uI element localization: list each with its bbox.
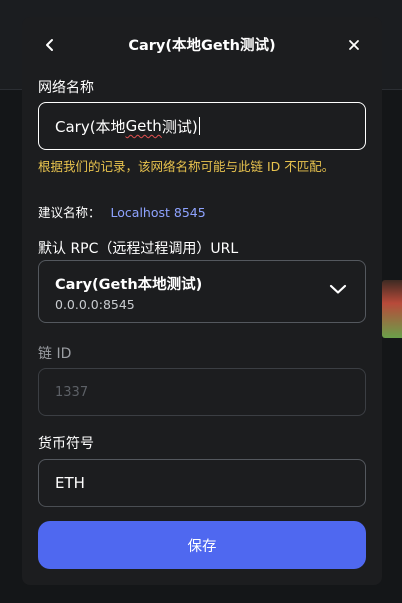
arrow-left-icon [46,39,53,51]
chevron-down-icon [329,284,347,294]
suggested-name-link[interactable]: Localhost 8545 [111,205,206,220]
network-name-value-suffix: 测试) [161,117,198,136]
network-name-warning: 根据我们的记录，该网络名称可能与此链 ID 不匹配。 [38,159,335,174]
save-button[interactable]: 保存 [38,521,366,569]
background-image [382,280,402,338]
network-name-label: 网络名称 [38,80,94,96]
network-name-value-misspelled: Geth [125,117,162,135]
currency-symbol-label: 货币符号 [38,436,94,452]
network-name-input[interactable]: Cary(本地 Geth 测试) [38,102,366,150]
suggested-name-label: 建议名称： [38,205,101,220]
chain-id-label: 链 ID [38,346,72,362]
modal-title: Cary(本地Geth测试) [128,38,276,54]
rpc-url-label: 默认 RPC（远程过程调用）URL [38,241,239,257]
back-button[interactable] [38,33,62,57]
suggested-name-row: 建议名称： Localhost 8545 [38,202,206,221]
network-name-value-prefix: Cary(本地 [55,117,126,136]
chain-id-input[interactable]: 1337 [38,368,366,416]
rpc-selected-url: 0.0.0.0:8545 [55,297,135,312]
rpc-url-dropdown[interactable]: Cary(Geth本地测试) 0.0.0.0:8545 [38,260,366,323]
modal-header: Cary(本地Geth测试) [22,17,382,73]
close-icon [349,40,359,50]
text-caret [198,117,200,135]
currency-symbol-input[interactable]: ETH [38,459,366,507]
scroll-fade [22,503,382,523]
close-button[interactable] [342,33,366,57]
rpc-selected-name: Cary(Geth本地测试) [55,277,203,293]
network-settings-modal: Cary(本地Geth测试) 网络名称 Cary(本地 Geth 测试) 根据我们的… [22,17,382,585]
